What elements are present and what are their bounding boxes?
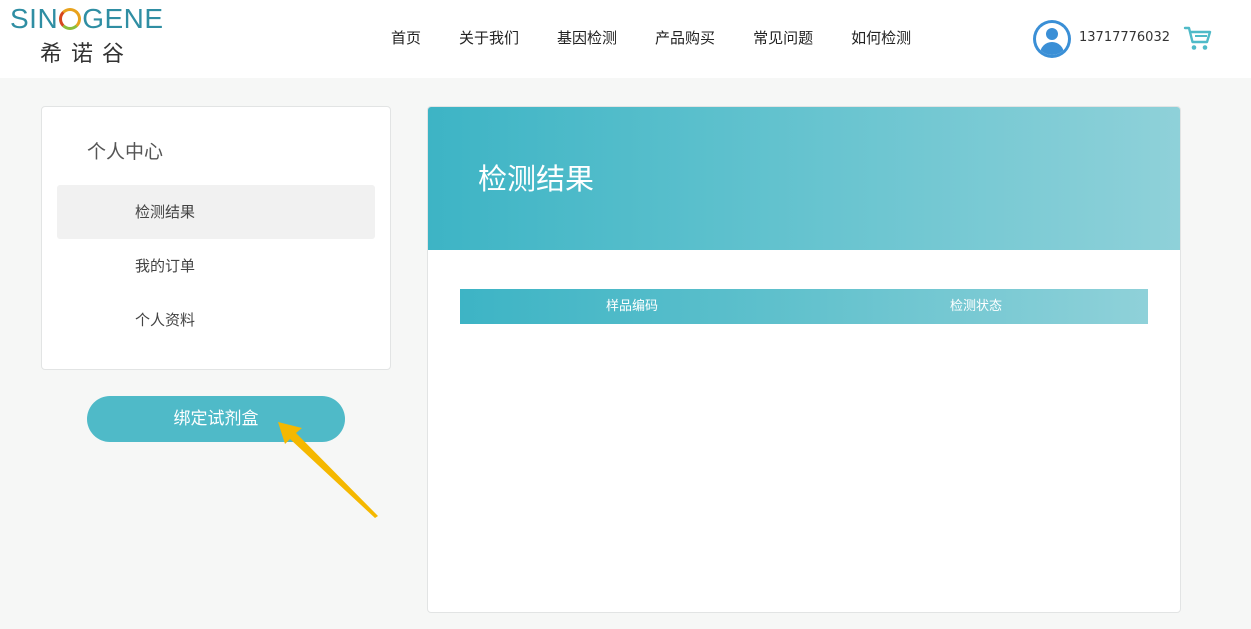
nav-purchase[interactable]: 产品购买 [636,24,734,52]
logo-ring-icon [59,8,82,30]
results-table-header: 样品编码 检测状态 [460,289,1148,324]
avatar-body [1040,42,1064,55]
avatar-inner [1036,23,1068,55]
avatar-head [1046,28,1058,40]
pointer-arrow-icon [278,422,378,518]
shopping-cart-icon[interactable] [1183,24,1213,52]
main-nav: 首页 关于我们 基因检测 产品购买 常见问题 如何检测 [372,24,930,52]
logo-english: SIN GENE [10,3,164,34]
nav-home[interactable]: 首页 [372,24,440,52]
column-sample-code: 样品编码 [605,299,658,314]
column-test-status: 检测状态 [949,299,1002,314]
menu-title: 个人中心 [87,141,164,163]
nav-gene-test[interactable]: 基因检测 [538,24,636,52]
nav-about[interactable]: 关于我们 [440,24,538,52]
menu-item-test-results[interactable]: 检测结果 [57,185,375,239]
results-panel: 检测结果 样品编码 检测状态 [427,106,1181,613]
menu-item-my-orders[interactable]: 我的订单 [57,239,375,293]
sinogene-logo[interactable]: SIN GENE 希诺谷 [10,3,163,73]
site-header: SIN GENE 希诺谷 首页 关于我们 基因检测 产品购买 常见问题 如何检测 … [0,0,1251,78]
logo-chinese: 希诺谷 [40,42,134,67]
nav-how-to-test[interactable]: 如何检测 [832,24,930,52]
user-avatar-icon[interactable] [1033,20,1071,58]
results-title: 检测结果 [478,162,595,196]
nav-faq[interactable]: 常见问题 [734,24,832,52]
personal-center-menu: 个人中心 检测结果 我的订单 个人资料 [41,106,391,370]
user-phone[interactable]: 13717776032 [1079,28,1170,48]
menu-item-profile[interactable]: 个人资料 [57,293,375,347]
results-banner: 检测结果 [428,107,1180,250]
